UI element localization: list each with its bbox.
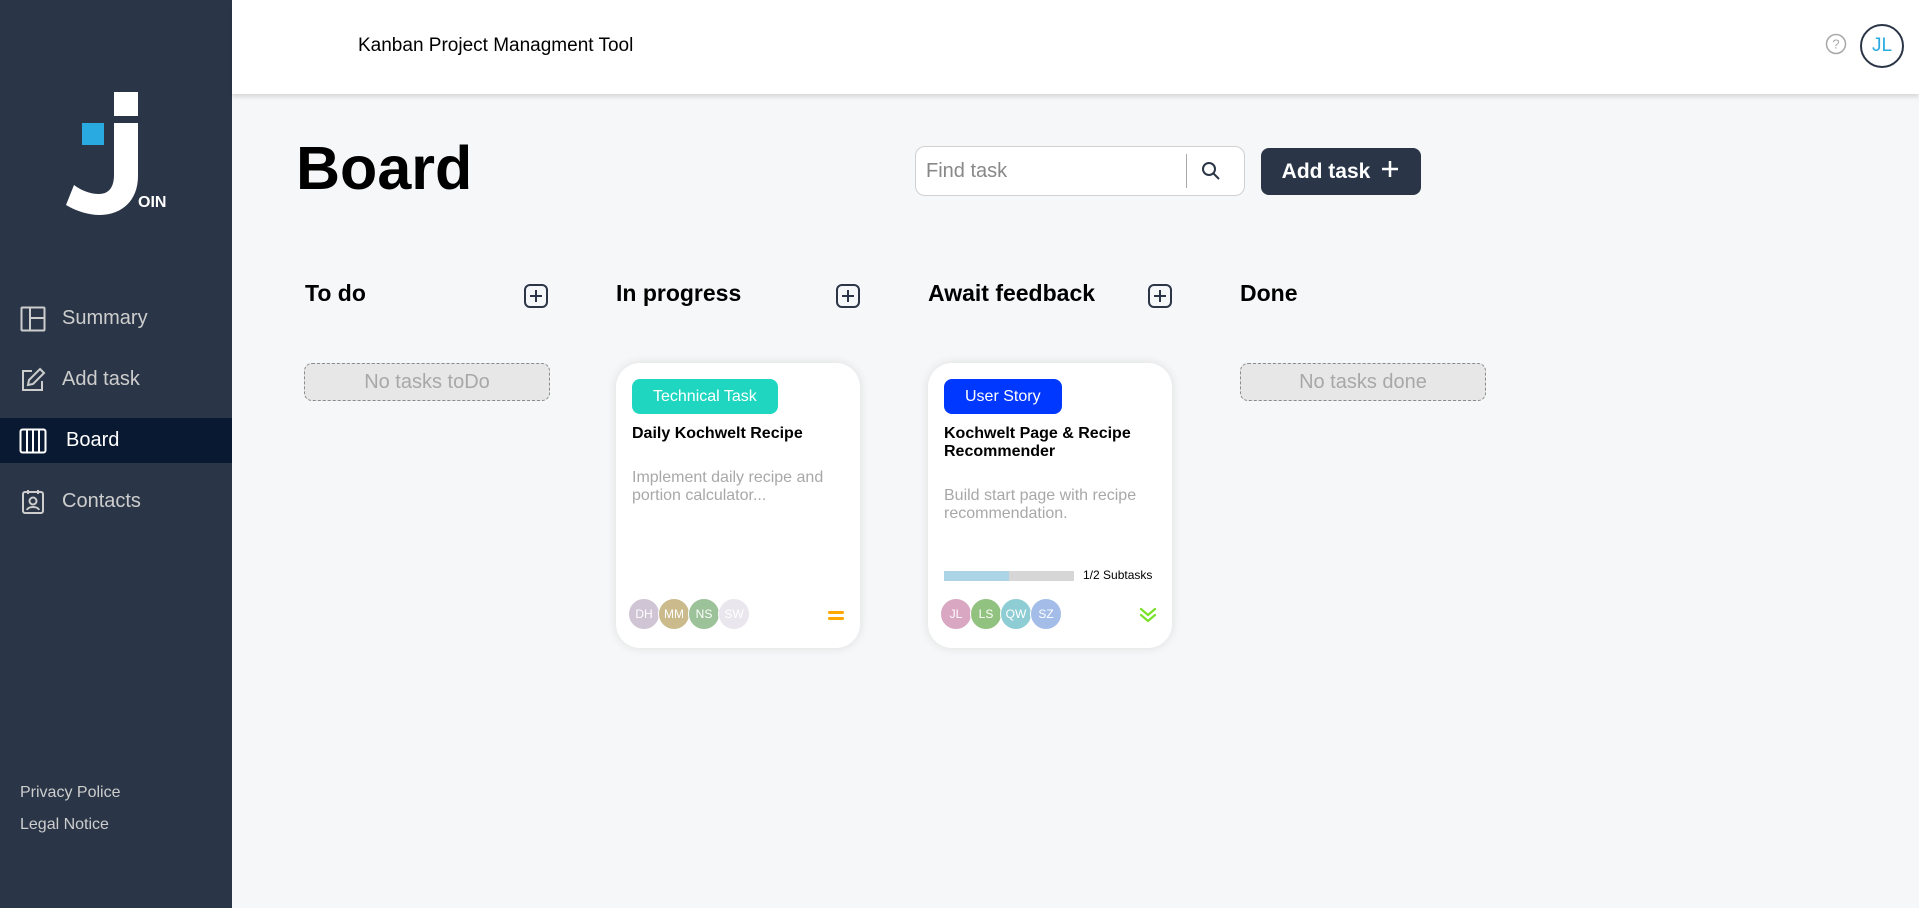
svg-text:?: ? bbox=[1832, 37, 1839, 52]
column-title-todo: To do bbox=[305, 280, 366, 306]
sidebar-item-label: Add task bbox=[62, 368, 140, 390]
privacy-link[interactable]: Privacy Police bbox=[20, 784, 120, 802]
empty-todo-placeholder: No tasks toDo bbox=[304, 363, 550, 401]
card-description: Build start page with recipe recommendat… bbox=[944, 487, 1137, 522]
empty-done-placeholder: No tasks done bbox=[1240, 363, 1486, 401]
sidebar-nav: Summary Add task Board Contacts bbox=[0, 296, 232, 540]
avatar: MM bbox=[658, 598, 690, 630]
card-description: Implement daily recipe and portion calcu… bbox=[632, 469, 824, 504]
page-title: Board bbox=[296, 134, 473, 202]
task-card[interactable]: Technical Task Daily Kochwelt Recipe Imp… bbox=[616, 363, 860, 648]
avatar: SW bbox=[718, 598, 750, 630]
assignee-list: JL LS QW SZ bbox=[940, 598, 1062, 630]
add-task-button[interactable]: Add task bbox=[1261, 148, 1421, 195]
contacts-icon bbox=[19, 488, 47, 516]
header-title: Kanban Project Managment Tool bbox=[358, 35, 634, 56]
add-await-feedback-plus-icon[interactable] bbox=[1148, 284, 1172, 308]
avatar: SZ bbox=[1030, 598, 1062, 630]
card-title: Daily Kochwelt Recipe bbox=[632, 425, 803, 442]
priority-medium-icon bbox=[826, 605, 846, 625]
board-icon bbox=[19, 427, 47, 455]
help-icon[interactable]: ? bbox=[1825, 33, 1847, 55]
top-header: Kanban Project Managment Tool ? JL bbox=[232, 0, 1919, 94]
sidebar-item-contacts[interactable]: Contacts bbox=[0, 479, 232, 524]
priority-low-icon bbox=[1138, 605, 1158, 625]
subtask-progress-fill bbox=[944, 571, 1009, 581]
avatar: QW bbox=[1000, 598, 1032, 630]
sidebar-item-label: Contacts bbox=[62, 490, 141, 512]
join-logo[interactable]: OIN bbox=[64, 90, 174, 220]
logo-text: OIN bbox=[138, 194, 167, 211]
sidebar: OIN Summary Add task Board Contacts Priv… bbox=[0, 0, 232, 908]
search-icon[interactable] bbox=[1187, 147, 1235, 195]
subtask-count: 1/2 Subtasks bbox=[1083, 568, 1153, 582]
search-input[interactable] bbox=[916, 159, 1186, 183]
sidebar-item-add-task[interactable]: Add task bbox=[0, 357, 232, 402]
category-badge: Technical Task bbox=[632, 379, 778, 414]
category-badge: User Story bbox=[944, 379, 1062, 414]
avatar: DH bbox=[628, 598, 660, 630]
column-title-await-feedback: Await feedback bbox=[928, 280, 1096, 306]
assignee-list: DH MM NS SW bbox=[628, 598, 750, 630]
summary-icon bbox=[19, 305, 47, 333]
sidebar-item-label: Summary bbox=[62, 307, 148, 329]
sidebar-item-summary[interactable]: Summary bbox=[0, 296, 232, 341]
add-todo-plus-icon[interactable] bbox=[524, 284, 548, 308]
search-box bbox=[915, 146, 1245, 196]
edit-icon bbox=[19, 366, 47, 394]
subtask-progress-bar bbox=[944, 571, 1074, 581]
sidebar-item-board[interactable]: Board bbox=[0, 418, 232, 463]
legal-notice-link[interactable]: Legal Notice bbox=[20, 816, 120, 834]
column-title-in-progress: In progress bbox=[616, 280, 742, 306]
avatar: JL bbox=[940, 598, 972, 630]
avatar: LS bbox=[970, 598, 1002, 630]
sidebar-footer: Privacy Police Legal Notice bbox=[20, 784, 120, 848]
user-avatar[interactable]: JL bbox=[1860, 24, 1904, 68]
plus-icon bbox=[1380, 159, 1400, 185]
sidebar-item-label: Board bbox=[66, 429, 120, 451]
column-title-done: Done bbox=[1240, 280, 1298, 306]
card-title: Kochwelt Page & Recipe Recommender bbox=[944, 425, 1131, 460]
avatar: NS bbox=[688, 598, 720, 630]
task-card[interactable]: User Story Kochwelt Page & Recipe Recomm… bbox=[928, 363, 1172, 648]
add-task-label: Add task bbox=[1281, 159, 1371, 183]
add-in-progress-plus-icon[interactable] bbox=[836, 284, 860, 308]
